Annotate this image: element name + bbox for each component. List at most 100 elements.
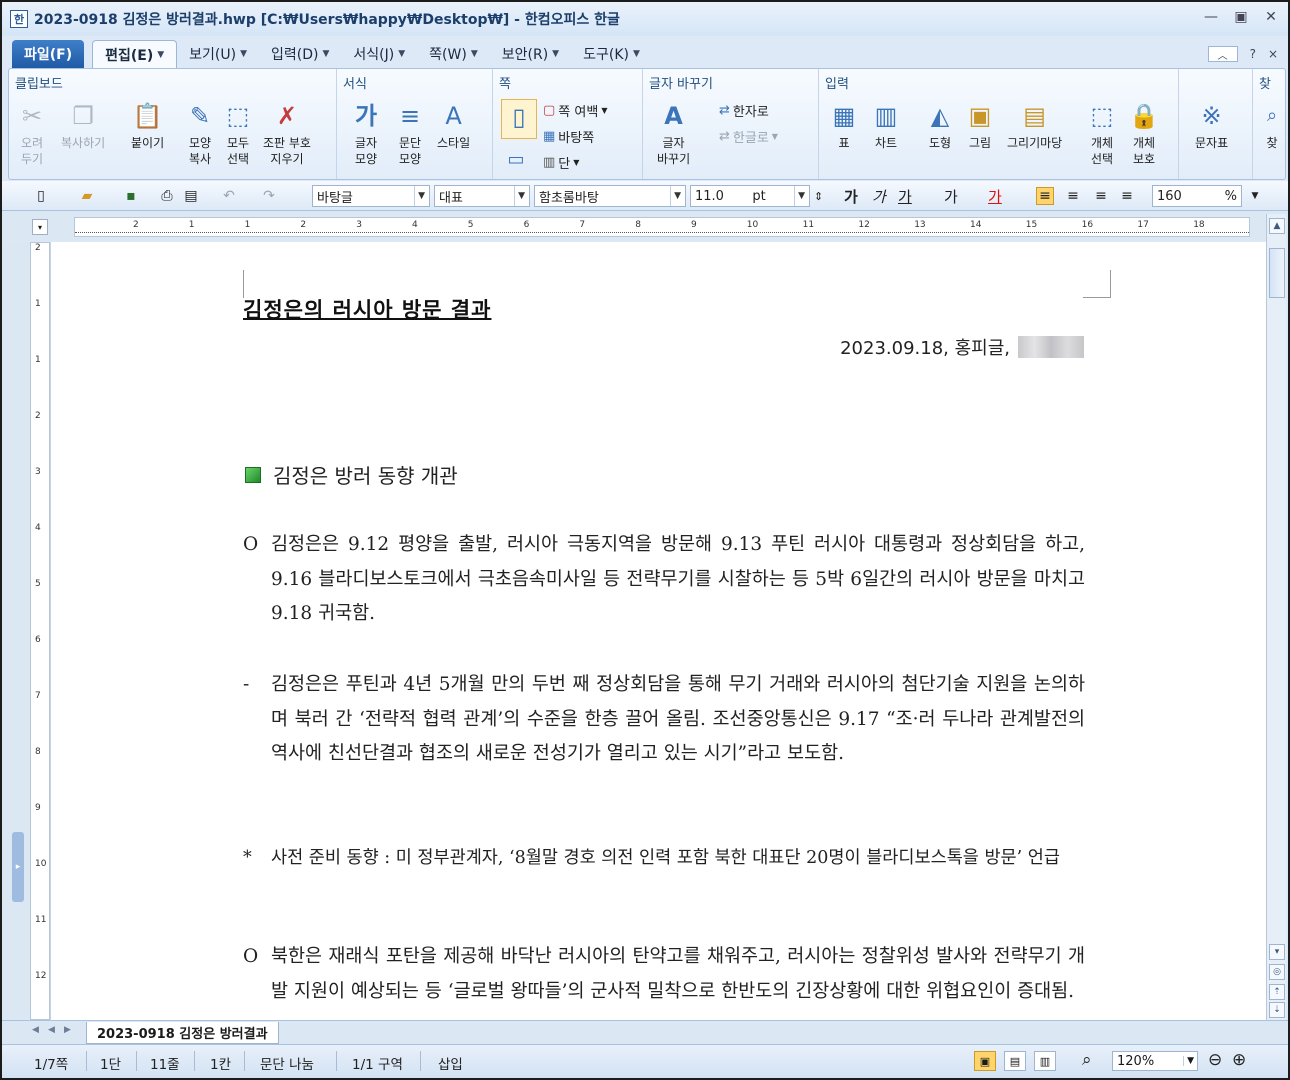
chevron-down-icon[interactable]: ▼: [157, 50, 164, 60]
menu-format[interactable]: 서식(J) ▼: [341, 40, 417, 68]
para-shape-button[interactable]: ≡ 문단 모양: [395, 101, 425, 167]
status-insert-mode[interactable]: 삽입: [438, 1053, 463, 1073]
font-size-stepper[interactable]: ⇕: [814, 185, 823, 207]
align-justify-button[interactable]: ≡: [1036, 185, 1054, 207]
menu-insert[interactable]: 입력(D) ▼: [259, 40, 341, 68]
table-icon: ▦: [832, 102, 856, 130]
paste-button[interactable]: 📋 붙이기: [131, 101, 164, 151]
ruler-tick-label: 11: [802, 220, 815, 230]
style-select[interactable]: 바탕글 ▼: [312, 185, 430, 207]
chart-button[interactable]: ▥ 차트: [871, 101, 901, 151]
scroll-browse-button[interactable]: ◎: [1269, 964, 1285, 980]
restore-button[interactable]: ▣: [1232, 8, 1250, 26]
ruler-toggle-button[interactable]: ▾: [32, 219, 48, 235]
style-button[interactable]: A 스타일: [437, 101, 470, 151]
scroll-up-button[interactable]: ▲: [1269, 218, 1285, 234]
select-all-button[interactable]: ⬚ 모두 선택: [223, 101, 253, 167]
copy-button[interactable]: ❐ 복사하기: [61, 101, 105, 151]
menu-security[interactable]: 보안(R) ▼: [490, 40, 571, 68]
view-page-button[interactable]: ▣: [974, 1051, 996, 1071]
line-spacing-dropdown[interactable]: ▼: [1246, 185, 1264, 207]
erase-marks-button[interactable]: ✗ 조판 부호 지우기: [263, 101, 311, 167]
align-center-button[interactable]: ≡: [1092, 185, 1110, 207]
view-normal-button[interactable]: ▤: [1004, 1051, 1026, 1071]
to-hanja-button[interactable]: ⇄ 한자로: [719, 101, 769, 120]
columns-button[interactable]: ▥ 단 ▼: [543, 153, 579, 172]
undo-button[interactable]: ↶: [220, 185, 238, 207]
find-label: 찾: [1266, 136, 1278, 150]
object-select-button[interactable]: ⬚ 개체 선택: [1087, 101, 1117, 167]
page-layout-button[interactable]: ▭: [501, 145, 531, 179]
font-size-input[interactable]: 11.0 pt ▼: [690, 185, 810, 207]
new-doc-button[interactable]: ▯: [32, 185, 50, 207]
open-button[interactable]: ▰: [78, 185, 96, 207]
scroll-down-button[interactable]: ⇣: [1269, 1002, 1285, 1018]
vertical-scrollbar[interactable]: ▲ ▾ ◎ ⇡ ⇣: [1266, 214, 1286, 1020]
columns-label: 단: [558, 157, 571, 172]
save-button[interactable]: ▪: [122, 185, 140, 207]
menu-edit[interactable]: 편집(E) ▼: [92, 40, 178, 68]
drawing-gallery-button[interactable]: ▤ 그리기마당: [1007, 101, 1062, 151]
print-button[interactable]: ⎙: [158, 185, 176, 207]
object-protect-button[interactable]: 🔒 개체 보호: [1129, 101, 1159, 167]
scroll-page-down-button[interactable]: ⇡: [1269, 984, 1285, 1000]
tab-document[interactable]: 2023-0918 김정은 방러결과: [86, 1022, 279, 1044]
scroll-thumb[interactable]: [1269, 248, 1285, 298]
to-hangul-button[interactable]: ⇄ 한글로 ▼: [719, 127, 778, 146]
zoom-select[interactable]: 120% ▼: [1112, 1051, 1198, 1071]
picture-label: 그림: [968, 136, 992, 150]
shape-copy-button[interactable]: ✎ 모양 복사: [185, 101, 215, 167]
table-button[interactable]: ▦ 표: [829, 101, 859, 151]
zoom-in-icon[interactable]: ⊕: [1232, 1050, 1246, 1070]
view-outline-button[interactable]: ▥: [1034, 1051, 1056, 1071]
document-area[interactable]: 김정은의 러시아 방문 결과 2023.09.18, 홍피글, 김정은 방러 동…: [50, 242, 1266, 1020]
tab-prev-button[interactable]: ◀: [48, 1025, 55, 1035]
help-button[interactable]: ?: [1250, 47, 1256, 61]
menu-page[interactable]: 쪽(W) ▼: [417, 40, 490, 68]
menu-file[interactable]: 파일(F): [12, 40, 85, 68]
align-right-button[interactable]: ≡: [1118, 185, 1136, 207]
tab-first-button[interactable]: ◀: [32, 1025, 39, 1035]
preview-button[interactable]: ▤: [182, 185, 200, 207]
page-margin-button[interactable]: ▢ 쪽 여백 ▼: [543, 101, 607, 120]
zoom-out-icon[interactable]: ⊖: [1208, 1050, 1222, 1070]
group-find-title: 찾: [1259, 77, 1271, 92]
object-select-label: 개체 선택: [1090, 136, 1114, 166]
menu-view[interactable]: 보기(U) ▼: [177, 40, 259, 68]
language-select[interactable]: 대표 ▼: [434, 185, 530, 207]
doc-close-button[interactable]: ×: [1268, 47, 1278, 61]
zoom-icon[interactable]: ⌕: [1082, 1050, 1092, 1070]
minimize-button[interactable]: —: [1202, 8, 1220, 26]
menu-page-label: 쪽(W): [429, 47, 467, 63]
shape-copy-label: 모양 복사: [188, 136, 212, 166]
find-button[interactable]: ⌕ 찾: [1257, 101, 1287, 151]
horizontal-ruler[interactable]: 2 1 1 2 3 4 5 6 7 8 9 10 11 12 13 14 15 16 17 18: [74, 217, 1250, 237]
shape-button[interactable]: ◭ 도형: [925, 101, 955, 151]
italic-button[interactable]: 가: [872, 185, 886, 207]
font-color-button[interactable]: 가: [988, 185, 1002, 207]
strike-button[interactable]: 가: [944, 185, 958, 207]
line-spacing-input[interactable]: 160%: [1152, 185, 1242, 207]
background-page-button[interactable]: ▦ 바탕쪽: [543, 127, 594, 146]
object-select-icon: ⬚: [1090, 102, 1114, 130]
picture-button[interactable]: ▣ 그림: [965, 101, 995, 151]
char-shape-button[interactable]: 가 글자 모양: [351, 101, 381, 167]
menu-tools[interactable]: 도구(K) ▼: [571, 40, 652, 68]
side-panel-handle[interactable]: ▸: [12, 832, 24, 902]
scroll-page-up-button[interactable]: ▾: [1269, 944, 1285, 960]
document-page[interactable]: 김정은의 러시아 방문 결과 2023.09.18, 홍피글, 김정은 방러 동…: [75, 242, 1250, 1020]
bold-button[interactable]: 가: [844, 185, 858, 207]
undo-icon: ↶: [223, 188, 235, 204]
vertical-ruler-tick-label: 7: [35, 691, 41, 701]
underline-button[interactable]: 가: [898, 185, 912, 207]
redo-button[interactable]: ↷: [260, 185, 278, 207]
font-select[interactable]: 함초롬바탕 ▼: [534, 185, 686, 207]
ribbon-collapse-button[interactable]: ︿: [1207, 46, 1238, 62]
align-left-button[interactable]: ≡: [1064, 185, 1082, 207]
close-button[interactable]: ✕: [1262, 8, 1280, 26]
convert-char-button[interactable]: A 글자 바꾸기: [657, 101, 690, 167]
cut-button[interactable]: ✂ 오려 두기: [17, 101, 47, 167]
page-setup-button[interactable]: ▯: [501, 99, 537, 139]
tab-next-button[interactable]: ▶: [64, 1025, 71, 1035]
symbols-button[interactable]: ※ 문자표: [1195, 101, 1228, 151]
